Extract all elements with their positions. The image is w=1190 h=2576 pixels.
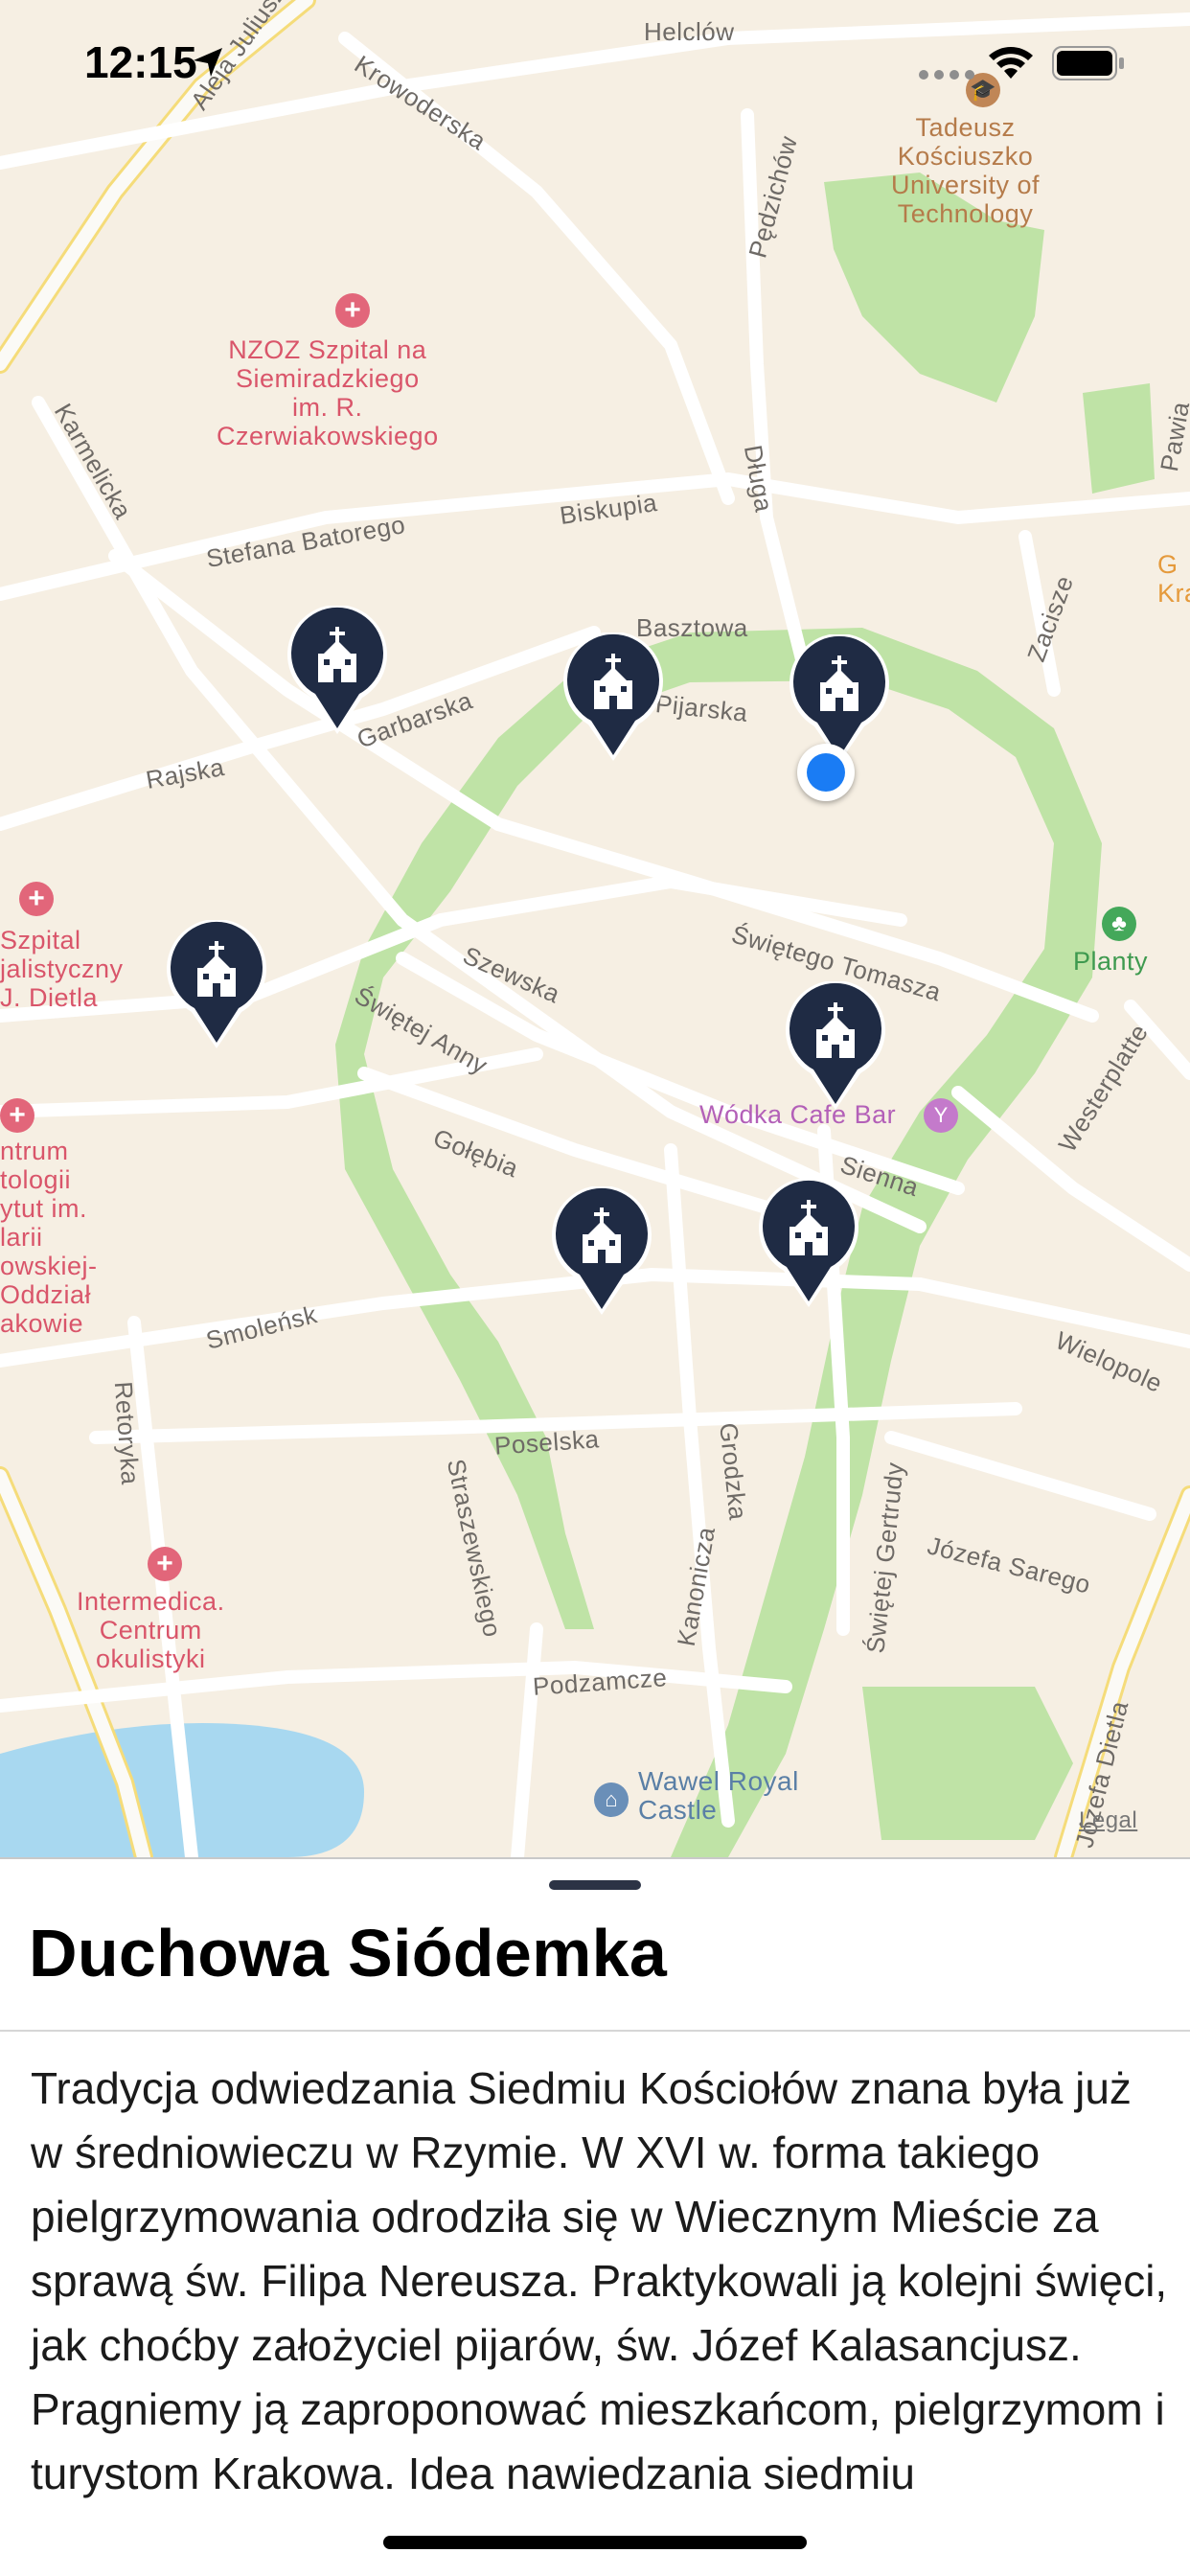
divider — [0, 2030, 1190, 2032]
church-icon — [786, 979, 885, 1110]
sheet-description: Tradycja odwiedzania Siedmiu Kościołów z… — [31, 2063, 1168, 2498]
church-icon — [563, 631, 663, 761]
church-icon — [790, 632, 889, 763]
church-pin[interactable] — [284, 604, 391, 736]
church-icon — [287, 604, 387, 734]
sheet-title: Duchowa Siódemka — [29, 1916, 668, 1990]
tree-icon: ♣ — [1102, 907, 1136, 941]
user-location-dot — [797, 744, 855, 801]
location-arrow-icon — [194, 48, 222, 77]
wifi-icon — [989, 47, 1033, 79]
church-pin[interactable] — [782, 979, 889, 1112]
church-pin[interactable] — [786, 632, 893, 765]
sheet-grabber[interactable] — [549, 1880, 641, 1890]
poi-clinic-label[interactable]: Intermedica. Centrum okulistyki — [77, 1587, 225, 1673]
legal-link[interactable]: Legal — [1079, 1807, 1137, 1834]
church-icon — [167, 918, 266, 1048]
poi-castle-label[interactable]: Wawel Royal Castle — [638, 1767, 799, 1825]
poi-hospital-label[interactable]: NZOZ Szpital na Siemiradzkiego im. R. Cz… — [217, 335, 439, 450]
bottom-sheet[interactable]: Duchowa Siódemka Tradycja odwiedzania Si… — [0, 1857, 1190, 2576]
church-pin[interactable] — [755, 1177, 862, 1309]
church-icon — [552, 1184, 652, 1315]
battery-icon — [1052, 46, 1124, 80]
poi-hospital-label[interactable]: Szpital jalistyczny J. Dietla — [0, 926, 124, 1012]
hospital-icon: + — [148, 1547, 182, 1581]
poi-university-label[interactable]: Tadeusz Kościuszko University of Technol… — [891, 113, 1040, 228]
home-indicator[interactable] — [383, 2536, 807, 2549]
signal-dots-icon — [919, 70, 974, 80]
landmark-icon: ⌂ — [594, 1782, 629, 1817]
hospital-icon: + — [19, 882, 54, 916]
church-pin[interactable] — [163, 918, 270, 1050]
poi-park-label[interactable]: Planty — [1073, 947, 1148, 977]
poi-hospital-label[interactable]: ntrum tologii ytut im. larii owskiej- Od… — [0, 1137, 98, 1338]
hospital-icon: + — [335, 293, 370, 328]
church-pin[interactable] — [560, 631, 667, 763]
map-view[interactable]: Helclów Krowoderska Pędzichów Karmelicka… — [0, 0, 1190, 1857]
poi-edge-label: G Kra — [1157, 550, 1190, 608]
cocktail-icon: Y — [924, 1098, 958, 1133]
church-pin[interactable] — [548, 1184, 655, 1317]
church-icon — [759, 1177, 858, 1307]
status-time: 12:15 — [84, 37, 197, 87]
status-bar: 12:15 — [0, 0, 1190, 126]
hospital-icon: + — [0, 1098, 34, 1133]
